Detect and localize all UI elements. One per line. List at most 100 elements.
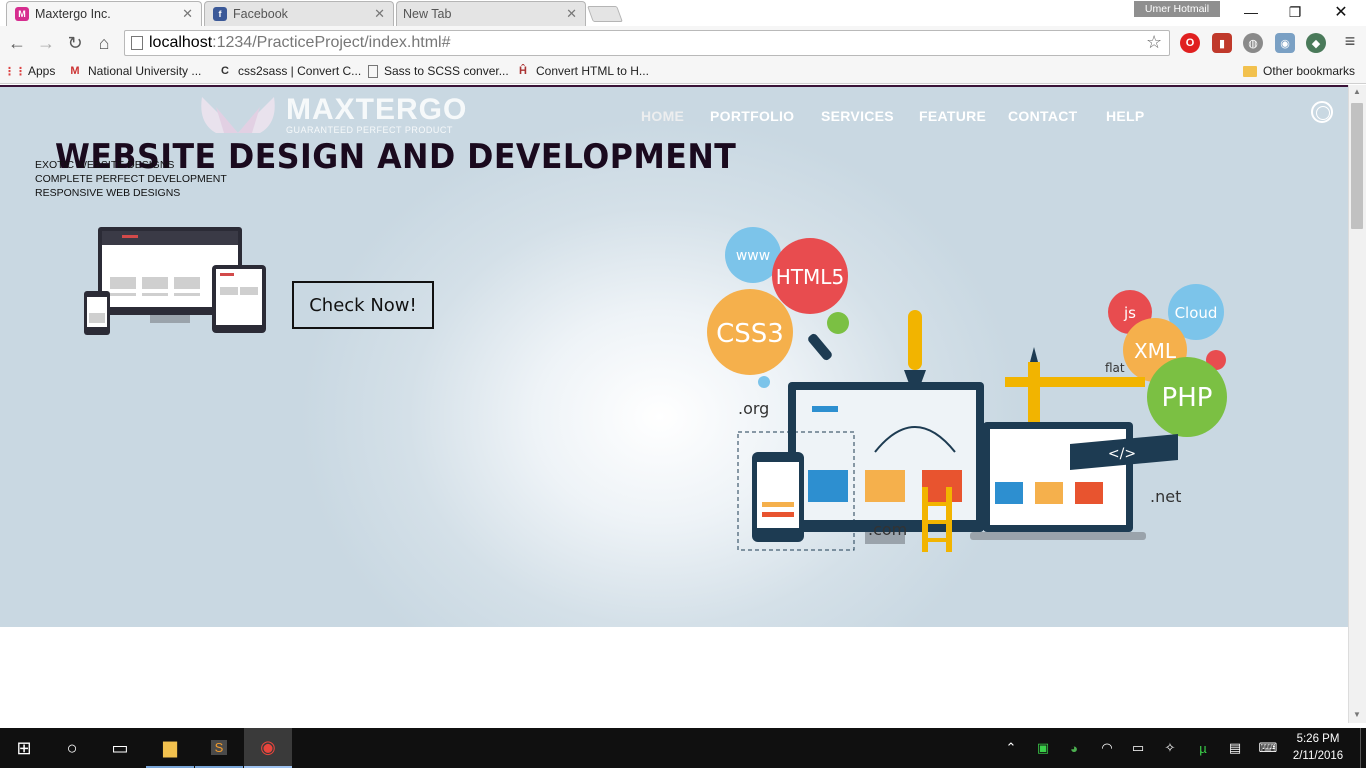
css3-label: CSS3 [716,319,784,349]
tab-facebook[interactable]: f Facebook ✕ [204,1,394,26]
tab-title: Maxtergo Inc. [35,7,111,21]
bookmark-label: css2sass | Convert C... [238,64,362,78]
scroll-down-arrow-icon[interactable]: ▼ [1350,710,1364,724]
camera-extension-icon[interactable]: ◉ [1275,33,1295,53]
sublime-text-icon[interactable]: S [195,728,243,768]
action-center-icon[interactable]: ▤ [1225,738,1245,758]
wifi-icon[interactable]: ◠ [1097,738,1117,758]
bookmark-label: Convert HTML to H... [536,64,649,78]
menu-circle-button[interactable] [1311,101,1333,123]
tray-app-icon[interactable]: ▣ [1033,738,1053,758]
globe-extension-icon[interactable]: ◍ [1243,33,1263,53]
tab-title: New Tab [403,7,452,21]
nav-contact[interactable]: CONTACT [1008,108,1078,124]
scrollbar-thumb[interactable] [1351,103,1363,229]
close-icon[interactable]: ✕ [566,6,577,22]
nav-help[interactable]: HELP [1106,108,1145,124]
dropbox-icon[interactable]: ✧ [1160,738,1180,758]
clock-time: 5:26 PM [1296,733,1340,745]
nav-services[interactable]: SERVICES [821,108,894,124]
page-viewport: MAXTERGO GUARANTEED PERFECT PRODUCT HOME… [0,85,1348,723]
folder-icon [1243,65,1257,77]
scroll-up-arrow-icon[interactable]: ▲ [1350,87,1364,101]
opera-extension-icon[interactable]: O [1180,33,1200,53]
check-now-button[interactable]: Check Now! [292,281,434,329]
task-view-icon[interactable]: ▭ [96,728,144,768]
tagline-1: EXOTIC WEBSITE DESIGNS [35,159,175,171]
xml-label: XML [1134,339,1177,363]
tray-globe-icon[interactable]: ◕ [1064,738,1084,758]
shield-extension-icon[interactable]: ◆ [1306,33,1326,53]
nav-home[interactable]: HOME [641,108,684,124]
address-bar[interactable]: localhost:1234/PracticeProject/index.htm… [124,30,1170,56]
back-icon[interactable]: ← [5,31,29,55]
windows-taskbar: ⊞ ○ ▭ ▆ S ◉ ⌃ ▣ ◕ ◠ ▭ ✧ µ ▤ ⌨ 5:26 PM 2/… [0,728,1366,768]
tagline-2: COMPLETE PERFECT DEVELOPMENT [35,173,227,185]
c-logo-icon: C [221,65,229,77]
page-icon [368,64,378,78]
maxtergo-favicon-icon: M [15,7,29,21]
bookmark-css2sass[interactable]: C css2sass | Convert C... [218,64,361,78]
search-icon[interactable]: ○ [48,728,96,768]
tab-title: Facebook [233,7,288,21]
file-explorer-icon[interactable]: ▆ [146,728,194,768]
forward-icon[interactable]: → [34,31,58,55]
minimize-icon[interactable]: — [1228,0,1274,24]
logo-tagline: GUARANTEED PERFECT PRODUCT [286,125,453,135]
window-close-icon[interactable]: ✕ [1318,0,1364,24]
clock-date: 2/11/2016 [1292,750,1344,762]
site-logo[interactable]: MAXTERGO GUARANTEED PERFECT PRODUCT [196,93,467,137]
hero-headline: WEBSITE DESIGN AND DEVELOPMENT [55,137,737,177]
url-path: :1234/PracticeProject/index.html# [212,34,451,51]
php-label: PHP [1162,383,1213,413]
responsive-devices-illustration [84,227,266,335]
hero-section: MAXTERGO GUARANTEED PERFECT PRODUCT HOME… [0,87,1348,627]
close-icon[interactable]: ✕ [374,6,385,22]
tab-new-tab[interactable]: New Tab ✕ [396,1,586,26]
net-label: .net [1150,487,1181,506]
apps-grid-icon: ⋮⋮ [4,65,26,78]
new-tab-button[interactable] [587,6,623,22]
bookmark-label: Other bookmarks [1263,64,1356,78]
bookmark-other[interactable]: Other bookmarks [1243,64,1355,78]
bookmarks-bar: ⋮⋮ Apps M National University ... C css2… [0,60,1366,84]
nav-portfolio[interactable]: PORTFOLIO [710,108,794,124]
windows-start-icon[interactable]: ⊞ [0,728,48,768]
battery-icon[interactable]: ▭ [1128,738,1148,758]
bookmark-label: Apps [28,64,56,78]
bookmark-star-icon[interactable]: ☆ [1146,32,1162,53]
close-icon[interactable]: ✕ [182,6,193,22]
flat-label: flat [1105,361,1125,375]
menu-icon[interactable]: ≡ [1340,31,1360,53]
restore-icon[interactable]: ❐ [1272,0,1318,24]
www-label: www [736,248,770,264]
butterfly-logo-icon [201,97,275,133]
html5-label: HTML5 [776,265,844,289]
tab-strip: M Maxtergo Inc. ✕ f Facebook ✕ New Tab ✕… [0,0,1366,26]
keyboard-icon[interactable]: ⌨ [1258,738,1278,758]
chrome-icon[interactable]: ◉ [244,728,292,768]
code-tag-label: </> [1108,446,1136,462]
bookmark-label: National University ... [88,64,202,78]
show-desktop-button[interactable] [1360,728,1366,768]
show-hidden-icons-chevron-icon[interactable]: ⌃ [1001,738,1021,758]
bookmark-sass-to-scss[interactable]: Sass to SCSS conver... [368,64,509,78]
profile-badge[interactable]: Umer Hotmail [1134,1,1220,17]
bookmark-convert-html[interactable]: Ĥ Convert HTML to H... [516,64,649,78]
page-icon [131,36,143,50]
bookmark-apps[interactable]: ⋮⋮ Apps [4,64,56,78]
home-icon[interactable]: ⌂ [92,31,116,55]
bookmark-label: Sass to SCSS conver... [384,64,509,78]
cloud-label: Cloud [1175,304,1218,322]
url-host: localhost [149,34,213,51]
bookmark-extension-icon[interactable]: ▮ [1212,33,1232,53]
web-technologies-illustration: www HTML5 CSS3 js Cloud XML PHP flat </>… [707,227,1227,552]
tab-maxtergo[interactable]: M Maxtergo Inc. ✕ [6,1,202,26]
bookmark-national-university[interactable]: M National University ... [68,64,201,78]
html-convert-icon: Ĥ [519,65,527,77]
reload-icon[interactable]: ↻ [63,31,87,55]
com-label: .com [868,520,907,539]
utorrent-icon[interactable]: µ [1193,738,1213,758]
taskbar-clock[interactable]: 5:26 PM 2/11/2016 [1290,731,1346,765]
nav-feature[interactable]: FEATURE [919,108,986,124]
